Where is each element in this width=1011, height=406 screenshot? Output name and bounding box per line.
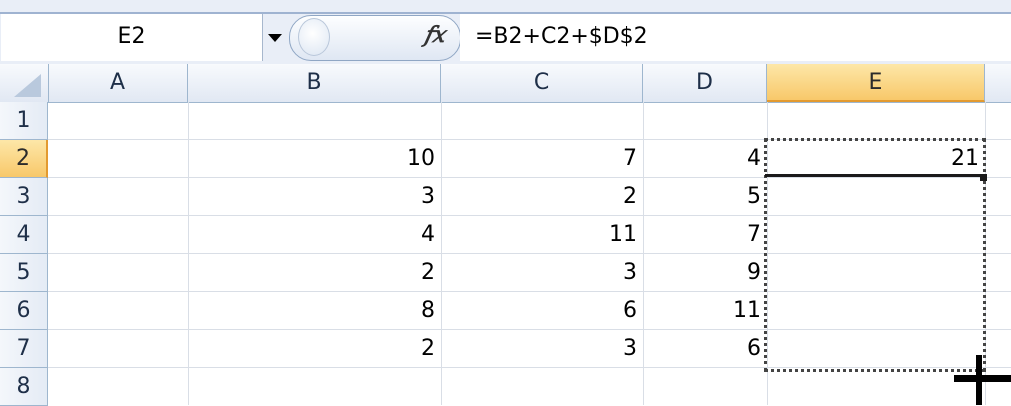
column-header-e[interactable]: E: [767, 64, 985, 102]
cell-d7[interactable]: 6: [643, 330, 767, 368]
cell-d6[interactable]: 11: [643, 292, 767, 330]
cell-b4[interactable]: 4: [188, 216, 441, 254]
name-box[interactable]: E2: [1, 14, 263, 61]
formula-input[interactable]: =B2+C2+$D$2: [460, 14, 1011, 61]
row-header-5[interactable]: 5: [0, 254, 48, 292]
column-header-c[interactable]: C: [441, 64, 643, 102]
cell-b6[interactable]: 8: [188, 292, 441, 330]
cell-c2[interactable]: 7: [441, 140, 643, 178]
cell-b2[interactable]: 10: [188, 140, 441, 178]
row-header-2[interactable]: 2: [0, 140, 48, 178]
formula-bar: E2 𝑓𝑥 =B2+C2+$D$2: [0, 0, 1011, 64]
cell-b5[interactable]: 2: [188, 254, 441, 292]
cell-c4[interactable]: 11: [441, 216, 643, 254]
active-cell-border: [765, 139, 985, 177]
cell-b3[interactable]: 3: [188, 178, 441, 216]
row-header-4[interactable]: 4: [0, 216, 48, 254]
crosshair-cursor-icon: [954, 375, 1011, 382]
cell-d5[interactable]: 9: [643, 254, 767, 292]
cell-b7[interactable]: 2: [188, 330, 441, 368]
cell-d4[interactable]: 7: [643, 216, 767, 254]
formula-splitter-handle[interactable]: [298, 18, 330, 56]
row-header-8[interactable]: 8: [0, 368, 48, 406]
column-header-d[interactable]: D: [643, 64, 767, 102]
select-all-icon[interactable]: [14, 74, 41, 97]
column-header-b[interactable]: B: [188, 64, 441, 102]
insert-function-icon[interactable]: 𝑓𝑥: [424, 22, 445, 48]
row-header-1[interactable]: 1: [0, 102, 48, 140]
cell-c5[interactable]: 3: [441, 254, 643, 292]
formula-text[interactable]: =B2+C2+$D$2: [475, 24, 648, 49]
name-box-dropdown-icon[interactable]: [268, 34, 282, 42]
row-header-7[interactable]: 7: [0, 330, 48, 368]
cell-c3[interactable]: 2: [441, 178, 643, 216]
select-all-button[interactable]: [0, 64, 49, 102]
row-header-3[interactable]: 3: [0, 178, 48, 216]
row-header-6[interactable]: 6: [0, 292, 48, 330]
column-header-a[interactable]: A: [48, 64, 188, 102]
fill-handle[interactable]: [980, 174, 987, 181]
worksheet-grid[interactable]: A B C D E 1 2 3 4 5 6 7 8 10 7 4 21 3 2 …: [0, 64, 1011, 406]
cell-d3[interactable]: 5: [643, 178, 767, 216]
cell-d2[interactable]: 4: [643, 140, 767, 178]
name-box-value[interactable]: E2: [1, 24, 262, 49]
cell-c7[interactable]: 3: [441, 330, 643, 368]
cell-c6[interactable]: 6: [441, 292, 643, 330]
